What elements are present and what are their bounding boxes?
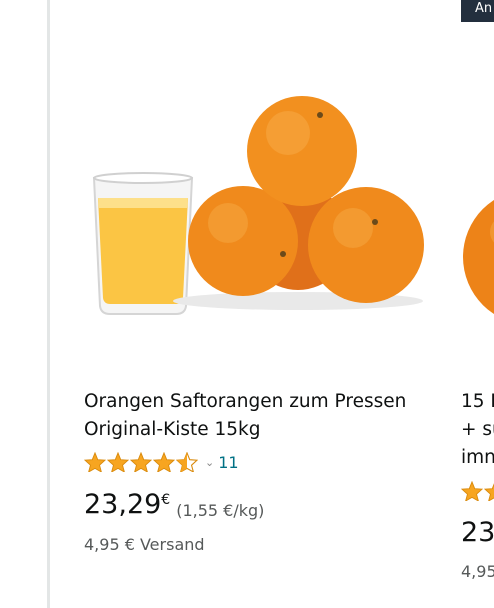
shipping-cost-partial: 4,95 — [461, 562, 494, 581]
price[interactable]: 23,29 € (1,55 €/kg) — [84, 488, 264, 522]
product-title-line1[interactable]: Orangen Saftorangen zum Pressen — [84, 388, 434, 416]
product-title[interactable]: Orangen Saftorangen zum Pressen Original… — [84, 388, 434, 444]
star-full-icon — [130, 452, 152, 472]
unit-price: (1,55 €/kg) — [176, 501, 265, 520]
product-title-partial-line3[interactable]: imn — [461, 444, 494, 472]
price-amount: 23,29 — [84, 489, 162, 520]
product-title-line2[interactable]: Original-Kiste 15kg — [84, 416, 434, 444]
product-title-partial-line2[interactable]: + sü — [461, 416, 494, 444]
chevron-down-icon[interactable]: ⌄ — [205, 456, 214, 469]
product-image-partial[interactable] — [461, 182, 494, 332]
product-card[interactable]: Orangen Saftorangen zum Pressen Original… — [84, 0, 444, 608]
star-full-icon — [107, 452, 129, 472]
product-image[interactable] — [88, 88, 428, 323]
star-rating[interactable] — [84, 452, 199, 472]
star-full-icon — [484, 483, 494, 501]
shipping-cost: 4,95 € Versand — [84, 535, 205, 554]
star-full-icon — [84, 452, 106, 472]
left-divider — [47, 0, 50, 608]
sponsored-badge: An — [461, 0, 494, 22]
price-currency: € — [161, 492, 171, 508]
rating-row[interactable]: ⌄ 11 — [84, 451, 239, 473]
review-count-link[interactable]: 11 — [218, 453, 238, 472]
product-card-partial[interactable]: 15 I + sü imn 23 4,95 — [461, 0, 494, 608]
star-rating-partial[interactable] — [461, 481, 494, 501]
star-full-icon — [153, 452, 175, 472]
star-full-icon — [461, 481, 483, 501]
price-amount-partial: 23 — [461, 517, 494, 548]
product-title-partial-line1[interactable]: 15 I — [461, 388, 494, 416]
star-half-icon — [176, 452, 198, 472]
